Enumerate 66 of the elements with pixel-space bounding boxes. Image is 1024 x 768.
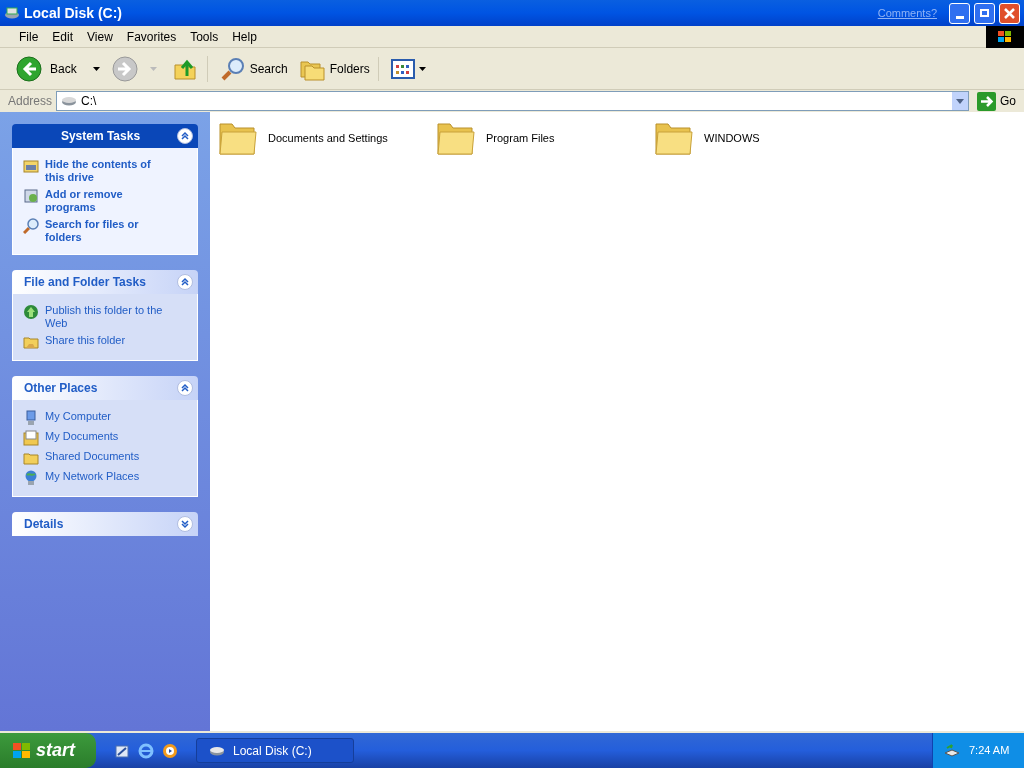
menu-item[interactable]: Tools: [183, 27, 226, 46]
task-link[interactable]: Publish this folder to the Web: [45, 304, 169, 330]
dropdown-button[interactable]: [952, 92, 968, 110]
folder-icon: [436, 120, 476, 156]
go-button[interactable]: Go: [973, 91, 1020, 111]
network-icon[interactable]: [943, 742, 961, 759]
back-button[interactable]: Back: [16, 55, 81, 82]
task-link[interactable]: Hide the contents of this drive: [45, 158, 169, 184]
start-button[interactable]: start: [0, 733, 96, 768]
panel-header[interactable]: Other Places: [12, 376, 198, 400]
browser-icon[interactable]: [138, 742, 154, 759]
expand-icon[interactable]: [177, 516, 193, 532]
task-link[interactable]: Share this folder: [45, 334, 126, 347]
folder-icon: [654, 120, 694, 156]
menu-item[interactable]: Edit: [45, 27, 81, 46]
folder-icon: [218, 120, 258, 156]
caret-icon: [149, 66, 157, 71]
restore-button[interactable]: [974, 2, 995, 24]
taskbar-button[interactable]: Local Disk (C:): [196, 738, 354, 763]
search-icon: [23, 218, 39, 234]
caret-icon: [956, 98, 964, 104]
views-icon: [390, 58, 415, 79]
close-button[interactable]: [999, 2, 1020, 24]
panel-header[interactable]: Details: [12, 512, 198, 536]
windows-logo: [986, 25, 1024, 48]
panel-header[interactable]: File and Folder Tasks: [12, 270, 198, 294]
folder-icon: [23, 334, 39, 350]
menu-item[interactable]: File: [12, 27, 46, 46]
globe-icon: [23, 304, 39, 320]
task-link[interactable]: My Documents: [45, 430, 119, 443]
folders-button[interactable]: Folders: [295, 56, 379, 81]
folder-icon: [23, 450, 39, 466]
caret-icon: [92, 66, 100, 71]
minimize-button[interactable]: [949, 2, 970, 24]
collapse-icon[interactable]: [177, 380, 193, 396]
caret-icon: [418, 66, 426, 71]
collapse-icon[interactable]: [177, 128, 193, 144]
close-icon: [1004, 7, 1015, 19]
task-link[interactable]: My Network Places: [45, 470, 140, 483]
window-title: Local Disk (C:): [24, 3, 123, 23]
address-label: Address: [7, 93, 53, 110]
task-link[interactable]: Add or remove programs: [45, 188, 169, 214]
explorer-icon[interactable]: [114, 742, 130, 759]
folder-window-icon: [23, 158, 39, 174]
search-icon: [219, 55, 246, 82]
drive-icon: [209, 745, 225, 756]
folder-item[interactable]: Documents and Settings: [218, 120, 436, 156]
collapse-icon[interactable]: [177, 274, 193, 290]
windows-flag-icon: [12, 741, 32, 760]
task-link[interactable]: Search for files or folders: [45, 218, 169, 244]
clock: 7:24 AM: [969, 743, 1010, 759]
menu-item[interactable]: Help: [225, 27, 264, 46]
address-field[interactable]: C:\: [56, 91, 969, 111]
menu-item[interactable]: Favorites: [119, 27, 184, 46]
task-link[interactable]: My Computer: [45, 410, 112, 423]
computer-icon: [23, 410, 39, 426]
media-player-icon[interactable]: [162, 742, 178, 759]
search-button[interactable]: Search: [215, 55, 292, 82]
folder-item[interactable]: WINDOWS: [654, 120, 872, 156]
menu-item[interactable]: View: [80, 27, 120, 46]
drive-icon: [4, 6, 20, 20]
folder-item[interactable]: Program Files: [436, 120, 654, 156]
panel-header[interactable]: System Tasks: [12, 124, 198, 148]
task-link[interactable]: Shared Documents: [45, 450, 140, 463]
drive-icon: [61, 96, 78, 106]
documents-folder-icon: [23, 430, 39, 446]
